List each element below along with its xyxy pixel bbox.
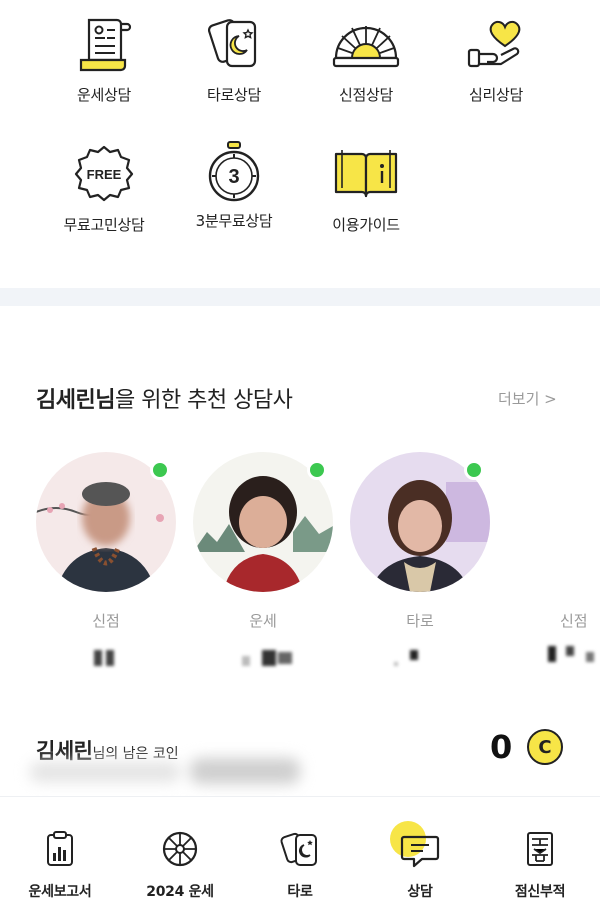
menu-item-label: 타로상담 [206, 86, 261, 104]
nav-tab-consult[interactable]: 상담 [360, 797, 480, 913]
recommend-title-suffix: 을 위한 추천 상담사 [114, 388, 293, 413]
menu-item-label: 심리상담 [468, 86, 523, 104]
avatar-wrap [36, 452, 176, 592]
open-book-icon [334, 150, 398, 198]
section-divider [0, 288, 600, 306]
nav-label: 상담 [407, 884, 433, 900]
consultation-menu-grid: 운세상담 타로상담 신점상담 심리상담 FREE 무료고민상담 3 3분무료상담… [0, 0, 600, 288]
coin-icon[interactable]: C [527, 729, 563, 765]
coin-count: 0 [490, 728, 513, 766]
menu-item-label: 신점상담 [338, 86, 393, 104]
menu-item-guide[interactable]: 이용가이드 [296, 144, 436, 235]
stopwatch-number: 3 [228, 166, 239, 188]
fan-icon [332, 26, 400, 68]
menu-item-psychology[interactable]: 심리상담 [426, 16, 566, 105]
counselor-category-partial[interactable]: 신점 [560, 610, 588, 631]
report-icon [47, 831, 73, 866]
menu-item-label: 3분무료상담 [195, 212, 273, 230]
free-badge-icon: FREE [74, 145, 134, 202]
recommend-section-title: 김세린님을 위한 추천 상담사 [36, 382, 293, 414]
counselor-card[interactable]: 운세 [193, 452, 333, 672]
nav-label: 점신부적 [514, 884, 566, 900]
nav-label: 2024 운세 [146, 884, 214, 900]
nav-label: 타로 [287, 884, 313, 900]
nav-tab-talisman[interactable]: 점신부적 [480, 797, 600, 913]
nav-tab-2024-fortune[interactable]: 2024 운세 [120, 797, 240, 913]
counselor-name-redacted [242, 650, 292, 666]
nav-tab-fortune-report[interactable]: 운세보고서 [0, 797, 120, 913]
tarot-card-icon [280, 832, 317, 866]
heart-hand-icon [467, 20, 521, 68]
online-status-dot [307, 460, 327, 480]
wheel-icon [162, 831, 198, 867]
menu-item-label: 무료고민상담 [63, 216, 145, 234]
nav-label: 운세보고서 [28, 884, 92, 900]
counselor-name-redacted [548, 646, 594, 662]
menu-item-label: 이용가이드 [332, 216, 400, 234]
blurred-content [30, 758, 300, 784]
counselor-category: 타로 [406, 612, 434, 630]
coin-symbol: C [538, 736, 552, 758]
counselor-category: 운세 [249, 612, 277, 630]
more-link[interactable]: 더보기 > [498, 388, 557, 409]
menu-item-shinjeom[interactable]: 신점상담 [296, 16, 436, 105]
menu-item-free-consult[interactable]: FREE 무료고민상담 [34, 144, 174, 235]
talisman-icon [527, 832, 553, 866]
counselor-card[interactable]: 신점 [36, 452, 176, 672]
avatar-wrap [350, 452, 490, 592]
scroll-document-icon [79, 18, 132, 72]
counselor-name-redacted [394, 650, 418, 666]
counselor-name-redacted [94, 650, 114, 666]
avatar-wrap [193, 452, 333, 592]
chat-bubble-icon [400, 835, 440, 868]
recommend-user-name: 김세린님 [36, 388, 115, 413]
menu-item-fortune[interactable]: 운세상담 [34, 16, 174, 105]
nav-tab-tarot[interactable]: 타로 [240, 797, 360, 913]
counselor-category: 신점 [92, 612, 120, 630]
stopwatch-icon: 3 [208, 141, 260, 202]
free-badge-text: FREE [87, 167, 122, 182]
menu-item-tarot[interactable]: 타로상담 [164, 16, 304, 105]
counselor-card[interactable]: 타로 [350, 452, 490, 672]
menu-item-3min-free[interactable]: 3 3분무료상담 [164, 140, 304, 231]
online-status-dot [464, 460, 484, 480]
bottom-navigation-bar: 운세보고서 2024 운세 타로 상담 점신부적 [0, 796, 600, 913]
menu-item-label: 운세상담 [76, 86, 131, 104]
online-status-dot [150, 460, 170, 480]
tarot-card-icon [207, 19, 257, 68]
